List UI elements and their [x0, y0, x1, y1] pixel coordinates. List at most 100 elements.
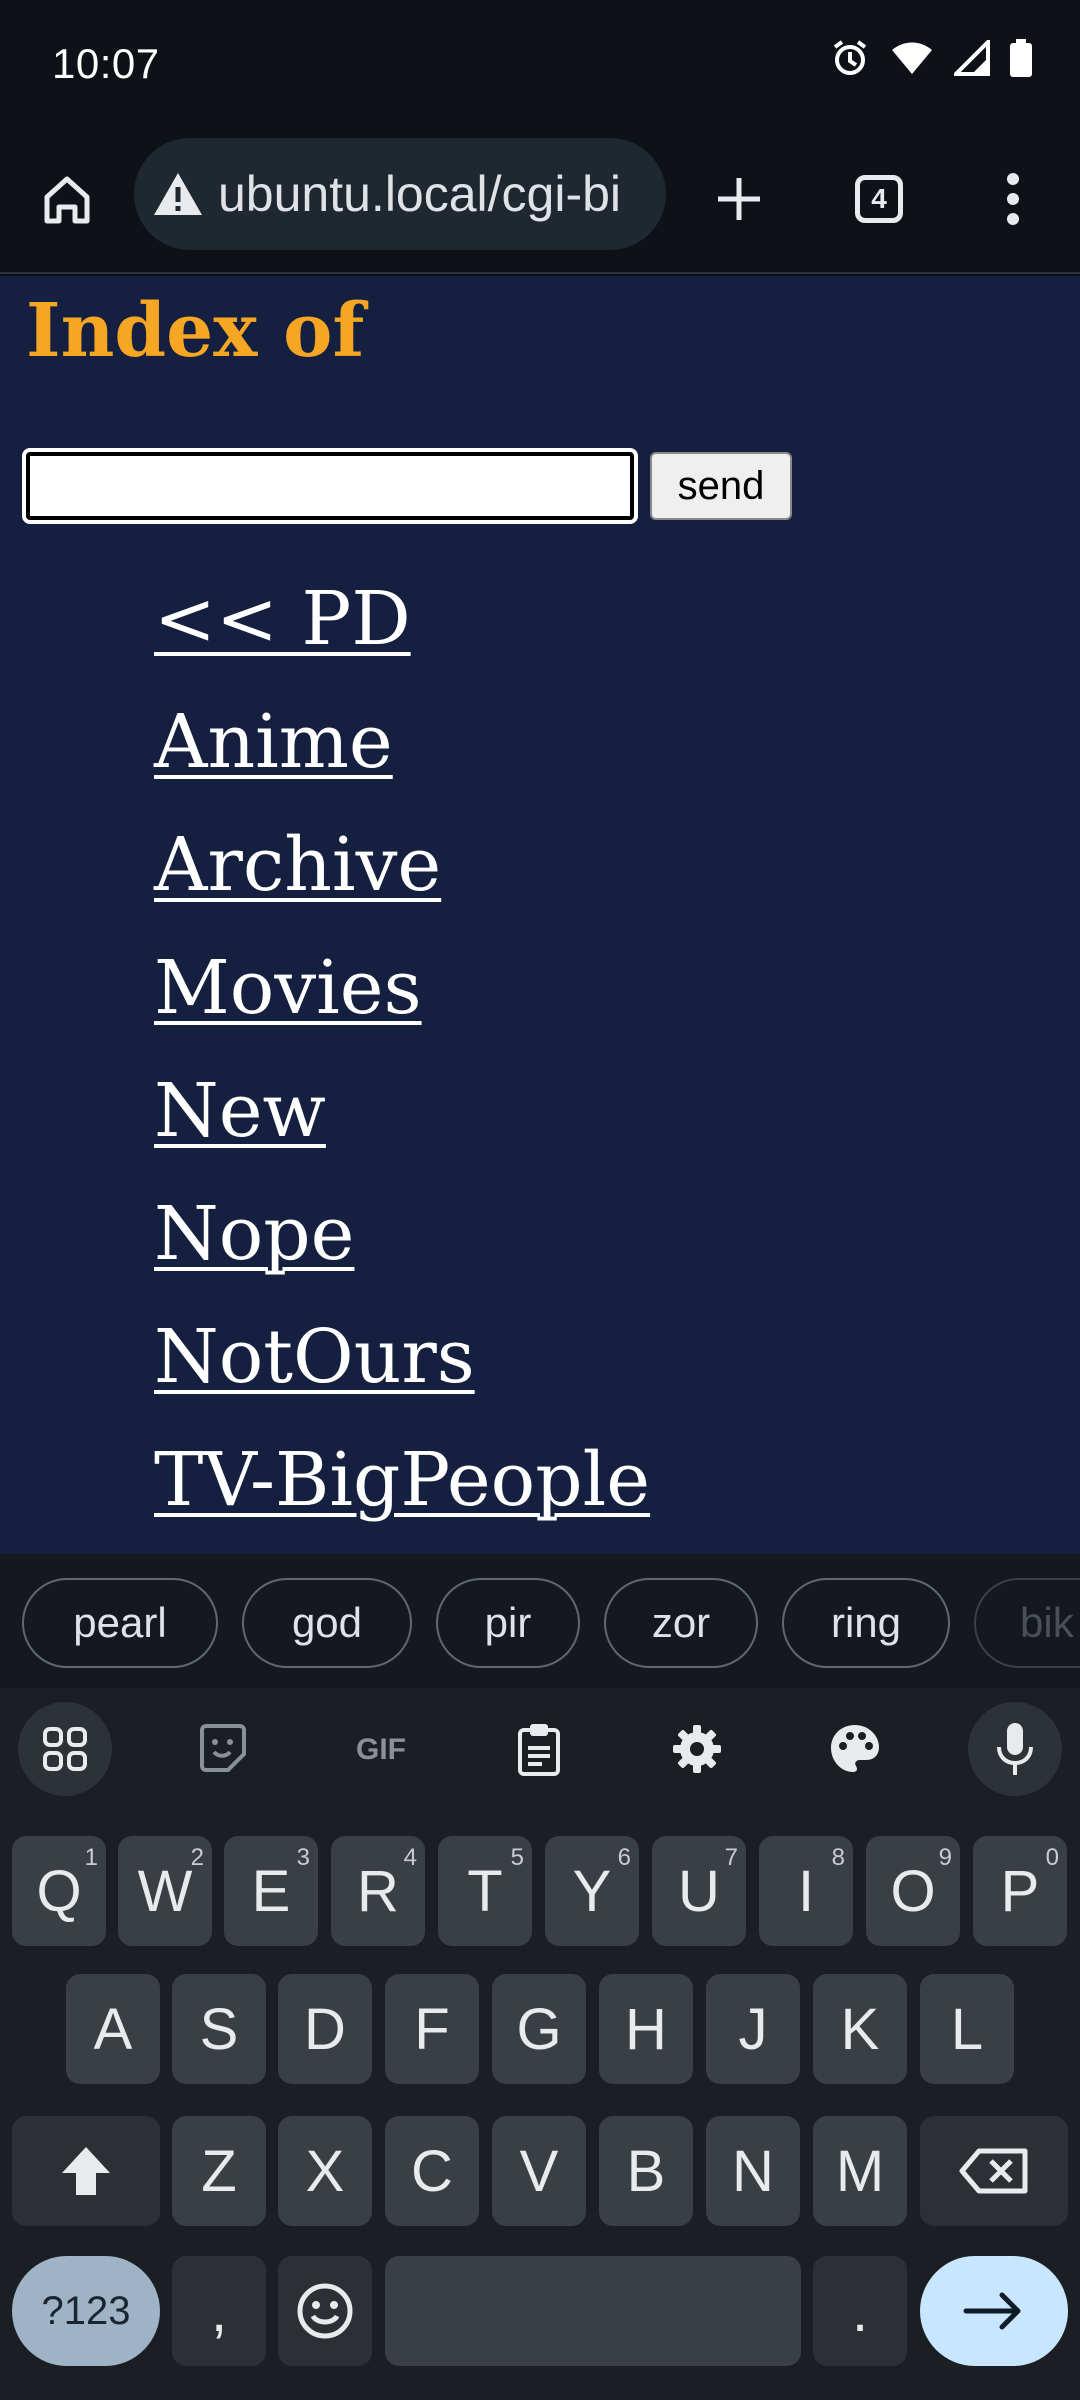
- list-item: TV-BigPeople: [154, 1437, 650, 1554]
- key-e[interactable]: E3: [224, 1836, 318, 1946]
- key-k[interactable]: K: [813, 1974, 907, 2084]
- plus-icon: [718, 178, 760, 220]
- sticker-icon: [200, 1724, 246, 1772]
- key-g[interactable]: G: [492, 1974, 586, 2084]
- list-item: New: [154, 1068, 650, 1191]
- suggestion-chip[interactable]: bik: [974, 1578, 1080, 1668]
- comma-key[interactable]: ,: [172, 2256, 266, 2366]
- backspace-icon: [959, 2148, 1028, 2194]
- key-c[interactable]: C: [385, 2116, 479, 2226]
- microphone-icon: [997, 1723, 1033, 1775]
- keyboard-toolbar: GIF: [0, 1688, 1080, 1812]
- key-w[interactable]: W2: [118, 1836, 212, 1946]
- list-item: Anime: [154, 699, 650, 822]
- key-d[interactable]: D: [278, 1974, 372, 2084]
- status-bar: 10:07: [0, 0, 1080, 126]
- home-icon: [44, 176, 90, 224]
- browser-toolbar: ubuntu.local/cgi-bi 4: [0, 126, 1080, 274]
- shift-icon: [62, 2147, 110, 2195]
- key-v[interactable]: V: [492, 2116, 586, 2226]
- clipboard-icon: [518, 1724, 560, 1776]
- directory-list: << PD Anime Archive Movies New Nope NotO…: [154, 576, 650, 1554]
- settings-button[interactable]: [650, 1702, 744, 1796]
- theme-button[interactable]: [808, 1702, 902, 1796]
- tab-count: 4: [855, 175, 903, 223]
- grid-icon: [43, 1727, 87, 1771]
- suggestion-chip[interactable]: pir: [436, 1578, 580, 1668]
- page-title: Index of: [26, 288, 365, 374]
- web-page: Index of send << PD Anime Archive Movies…: [0, 276, 1080, 1554]
- link-new[interactable]: New: [154, 1068, 326, 1154]
- list-item: NotOurs: [154, 1314, 650, 1437]
- address-bar[interactable]: ubuntu.local/cgi-bi: [134, 138, 666, 250]
- key-o[interactable]: O9: [866, 1836, 960, 1946]
- alarm-icon: [830, 38, 870, 78]
- cell-signal-icon: [954, 40, 990, 76]
- gif-icon: GIF: [356, 1733, 406, 1766]
- clipboard-button[interactable]: [492, 1702, 586, 1796]
- new-tab-button[interactable]: [694, 154, 784, 244]
- key-z[interactable]: Z: [172, 2116, 266, 2226]
- send-button[interactable]: send: [650, 452, 792, 520]
- key-n[interactable]: N: [706, 2116, 800, 2226]
- arrow-right-icon: [963, 2292, 1021, 2330]
- key-p[interactable]: P0: [973, 1836, 1067, 1946]
- key-i[interactable]: I8: [759, 1836, 853, 1946]
- emoji-key[interactable]: [278, 2256, 372, 2366]
- key-r[interactable]: R4: [331, 1836, 425, 1946]
- emoji-icon: [297, 2283, 353, 2339]
- url-text: ubuntu.local/cgi-bi: [218, 166, 622, 222]
- gear-icon: [673, 1725, 721, 1773]
- gif-button[interactable]: GIF: [334, 1702, 428, 1796]
- key-q[interactable]: Q1: [12, 1836, 106, 1946]
- link-anime[interactable]: Anime: [154, 699, 393, 785]
- suggestion-chip[interactable]: zor: [604, 1578, 758, 1668]
- key-l[interactable]: L: [920, 1974, 1014, 2084]
- key-y[interactable]: Y6: [545, 1836, 639, 1946]
- backspace-key[interactable]: [920, 2116, 1068, 2226]
- palette-icon: [831, 1725, 879, 1772]
- wifi-icon: [890, 40, 934, 76]
- list-item: Movies: [154, 945, 650, 1068]
- sticker-button[interactable]: [176, 1702, 270, 1796]
- link-parent-pd[interactable]: << PD: [154, 576, 411, 662]
- key-u[interactable]: U7: [652, 1836, 746, 1946]
- key-h[interactable]: H: [599, 1974, 693, 2084]
- link-notours[interactable]: NotOurs: [154, 1314, 475, 1400]
- link-movies[interactable]: Movies: [154, 945, 422, 1031]
- key-s[interactable]: S: [172, 1974, 266, 2084]
- not-secure-warning-icon: [154, 173, 202, 215]
- svg-text:GIF: GIF: [356, 1733, 406, 1766]
- list-item: Archive: [154, 822, 650, 945]
- suggestion-chip[interactable]: pearl: [22, 1578, 218, 1668]
- link-nope[interactable]: Nope: [154, 1191, 354, 1277]
- voice-input-button[interactable]: [968, 1702, 1062, 1796]
- list-item: Nope: [154, 1191, 650, 1314]
- apps-grid-button[interactable]: [18, 1702, 112, 1796]
- key-x[interactable]: X: [278, 2116, 372, 2226]
- overflow-menu-button[interactable]: [968, 154, 1058, 244]
- symbols-key[interactable]: ?123: [12, 2256, 160, 2366]
- suggestion-chip[interactable]: god: [242, 1578, 412, 1668]
- period-key[interactable]: .: [813, 2256, 907, 2366]
- key-f[interactable]: F: [385, 1974, 479, 2084]
- space-key[interactable]: [385, 2256, 801, 2366]
- home-button[interactable]: [22, 154, 112, 244]
- status-time: 10:07: [52, 40, 160, 87]
- key-a[interactable]: A: [66, 1974, 160, 2084]
- key-t[interactable]: T5: [438, 1836, 532, 1946]
- suggestion-chip[interactable]: ring: [782, 1578, 950, 1668]
- on-screen-keyboard: pearl god pir zor ring bik GIF Q1 W2 E3: [0, 1554, 1080, 2400]
- key-j[interactable]: J: [706, 1974, 800, 2084]
- key-b[interactable]: B: [599, 2116, 693, 2226]
- key-m[interactable]: M: [813, 2116, 907, 2226]
- tab-switcher-button[interactable]: 4: [834, 154, 924, 244]
- battery-icon: [1010, 39, 1032, 77]
- shift-key[interactable]: [12, 2116, 160, 2226]
- enter-key[interactable]: [920, 2256, 1068, 2366]
- link-tv-bigpeople[interactable]: TV-BigPeople: [154, 1437, 650, 1523]
- suggestion-strip: pearl god pir zor ring bik: [0, 1554, 1080, 1688]
- link-archive[interactable]: Archive: [154, 822, 441, 908]
- list-item: << PD: [154, 576, 650, 699]
- search-input[interactable]: [22, 448, 638, 524]
